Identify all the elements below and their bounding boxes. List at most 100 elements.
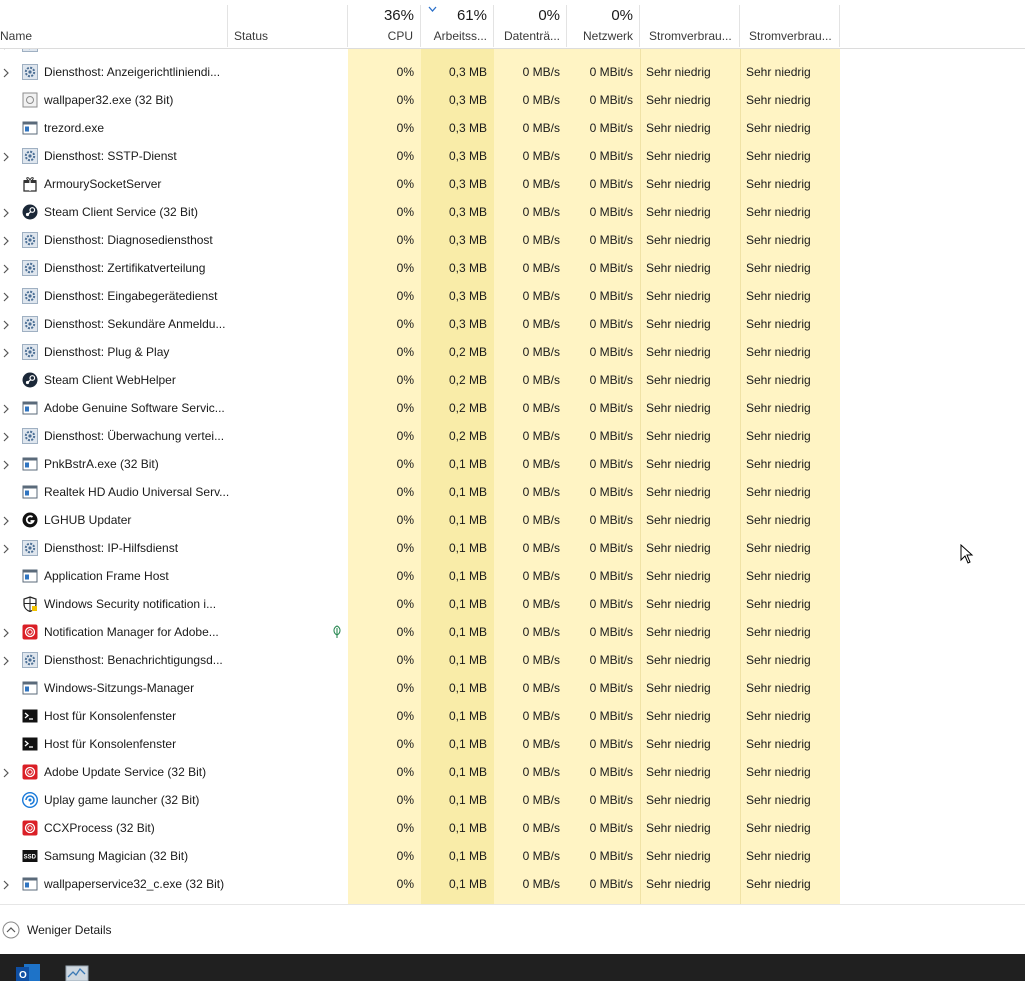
expand-chevron-icon[interactable] [1,263,11,274]
window-icon [22,484,38,500]
table-row[interactable]: Diensthost: Benachrichtigungsd... 0% 0,1 M… [0,646,1025,674]
table-row[interactable]: SSD Samsung Magician (32 Bit) 0% 0,1 MB 0 MB… [0,842,1025,870]
table-row[interactable]: ArmourySocketServer 0% 0,3 MB 0 MB/s 0 MBit/… [0,170,1025,198]
expand-chevron-icon[interactable] [1,319,11,330]
console-icon [22,736,38,752]
process-name: Diensthost: Plug & Play [44,345,170,359]
table-row[interactable]: Realtek HD Audio Universal Serv... 0% 0,1 … [0,478,1025,506]
network-value: 0 MBit/s [589,737,633,751]
table-row[interactable]: Diensthost: IP-Hilfsdienst 0% 0,1 MB 0 MB/s… [0,534,1025,562]
table-row[interactable]: PnkBstrA.exe (32 Bit) 0% 0,1 MB 0 MB/s 0 MBi… [0,450,1025,478]
process-name: Windows-Sitzungs-Manager [44,681,195,695]
table-row[interactable]: Windows-Sitzungs-Manager 0% 0,1 MB 0 MB/s 0 … [0,674,1025,702]
outlook-icon[interactable]: O [16,964,40,981]
fewer-details-link[interactable]: Weniger Details [27,923,111,937]
table-row[interactable]: Steam Client Service (32 Bit) 0% 0,3 MB 0 M… [0,198,1025,226]
column-header-network[interactable]: 0% Netzwerk [567,5,640,47]
column-header-disk[interactable]: 0% Datenträ... [494,5,567,47]
process-name: Application Frame Host [44,569,169,583]
memory-value: 0,1 MB [448,457,487,471]
memory-value: 0,1 MB [448,625,487,639]
column-header-name-label: Name [0,29,33,43]
expand-chevron-icon[interactable] [1,627,11,638]
steam-icon [22,372,38,388]
table-row[interactable]: trezord.exe 0% 0,3 MB 0 MB/s 0 MBit/s Sehr ni… [0,114,1025,142]
table-row[interactable]: Diensthost: Eingabegerätedienst 0% 0,3 MB 0… [0,282,1025,310]
expand-chevron-icon[interactable] [1,515,11,526]
table-row[interactable]: Diensthost: Diagnosediensthost 0% 0,3 MB 0 … [0,226,1025,254]
expand-chevron-icon[interactable] [1,403,11,414]
table-row[interactable]: Host für Konsolenfenster 0% 0,1 MB 0 MB/s 0 … [0,730,1025,758]
adobe-icon [22,820,38,836]
expand-chevron-icon[interactable] [1,543,11,554]
network-value: 0 MBit/s [589,485,633,499]
column-header-name[interactable]: Name [0,5,228,47]
cpu-value: 0% [396,261,414,275]
disk-value: 0 MB/s [522,765,560,779]
expand-chevron-icon[interactable] [1,459,11,470]
uplay-icon [21,791,39,809]
power-usage-value: Sehr niedrig [646,485,711,499]
table-row[interactable]: Windows Security notification i... 0% 0,1 … [0,590,1025,618]
power-usage-value: Sehr niedrig [646,65,711,79]
power-usage-value: Sehr niedrig [646,653,711,667]
column-header-status[interactable]: Status [228,5,348,47]
expand-chevron-icon[interactable] [1,655,11,666]
network-value: 0 MBit/s [589,289,633,303]
expand-chevron-icon[interactable] [1,879,11,890]
process-list[interactable]: Diensthost: Anzeigerichtliniendi... 0% 0,3… [0,49,1025,904]
table-row[interactable]: Diensthost: Plug & Play 0% 0,2 MB 0 MB/s 0 M… [0,338,1025,366]
column-header-memory[interactable]: 61% Arbeitss... [421,5,494,47]
process-name: Notification Manager for Adobe... [44,625,219,639]
power-trend-value: Sehr niedrig [746,429,811,443]
disk-value: 0 MB/s [522,317,560,331]
table-row[interactable]: CCXProcess (32 Bit) 0% 0,1 MB 0 MB/s 0 MBit/… [0,814,1025,842]
mouse-cursor-icon [960,544,974,564]
table-row[interactable]: Diensthost: Anzeigerichtliniendi... 0% 0,3… [0,58,1025,86]
table-row[interactable]: Adobe Update Service (32 Bit) 0% 0,1 MB 0 M… [0,758,1025,786]
table-row[interactable]: LGHUB Updater 0% 0,1 MB 0 MB/s 0 MBit/s Sehr … [0,506,1025,534]
memory-value: 0,2 MB [448,345,487,359]
network-value: 0 MBit/s [589,317,633,331]
power-usage-value: Sehr niedrig [646,93,711,107]
column-header-cpu[interactable]: 36% CPU [348,5,421,47]
disk-value: 0 MB/s [522,457,560,471]
expand-chevron-icon[interactable] [1,347,11,358]
fewer-details-chevron-icon[interactable] [2,921,20,939]
expand-chevron-icon[interactable] [1,67,11,78]
expand-chevron-icon[interactable] [1,431,11,442]
table-row[interactable]: Host für Konsolenfenster 0% 0,1 MB 0 MB/s 0 … [0,702,1025,730]
table-row[interactable]: Uplay game launcher (32 Bit) 0% 0,1 MB 0 MB… [0,786,1025,814]
expand-chevron-icon[interactable] [1,151,11,162]
process-name: ArmourySocketServer [44,177,162,191]
network-value: 0 MBit/s [589,569,633,583]
table-row[interactable]: Diensthost: Zertifikatverteilung 0% 0,3 MB… [0,254,1025,282]
disk-value: 0 MB/s [522,569,560,583]
table-row[interactable]: Diensthost: Sekundäre Anmeldu... 0% 0,3 MB… [0,310,1025,338]
table-row[interactable]: Application Frame Host 0% 0,1 MB 0 MB/s 0 MB… [0,562,1025,590]
table-row[interactable]: Diensthost: SSTP-Dienst 0% 0,3 MB 0 MB/s 0 M… [0,142,1025,170]
column-header-power[interactable]: Stromverbrau... [640,5,740,47]
power-usage-value: Sehr niedrig [646,373,711,387]
table-row[interactable]: Steam Client WebHelper 0% 0,2 MB 0 MB/s 0 MB… [0,366,1025,394]
table-row[interactable]: wallpaperservice32_c.exe (32 Bit) 0% 0,1 M… [0,870,1025,898]
table-row[interactable]: Notification Manager for Adobe... 0% 0,1 M… [0,618,1025,646]
table-row-partial[interactable] [0,49,1025,58]
memory-value: 0,3 MB [448,289,487,303]
table-row[interactable]: wallpaper32.exe (32 Bit) 0% 0,3 MB 0 MB/s 0 … [0,86,1025,114]
network-value: 0 MBit/s [589,877,633,891]
expand-chevron-icon[interactable] [1,291,11,302]
expand-chevron-icon[interactable] [1,767,11,778]
process-name: Samsung Magician (32 Bit) [44,849,189,863]
table-row[interactable]: Diensthost: Überwachung vertei... 0% 0,2 M… [0,422,1025,450]
process-name: Diensthost: Sekundäre Anmeldu... [44,317,226,331]
window-icon [22,680,38,696]
table-row[interactable]: Adobe Genuine Software Servic... 0% 0,2 MB… [0,394,1025,422]
expand-chevron-icon[interactable] [1,235,11,246]
power-trend-value: Sehr niedrig [746,849,811,863]
memory-value: 0,3 MB [448,121,487,135]
expand-chevron-icon[interactable] [1,207,11,218]
task-manager-icon[interactable] [65,964,89,981]
column-header-power-trend[interactable]: Stromverbrau... [740,5,840,47]
cpu-value: 0% [396,569,414,583]
